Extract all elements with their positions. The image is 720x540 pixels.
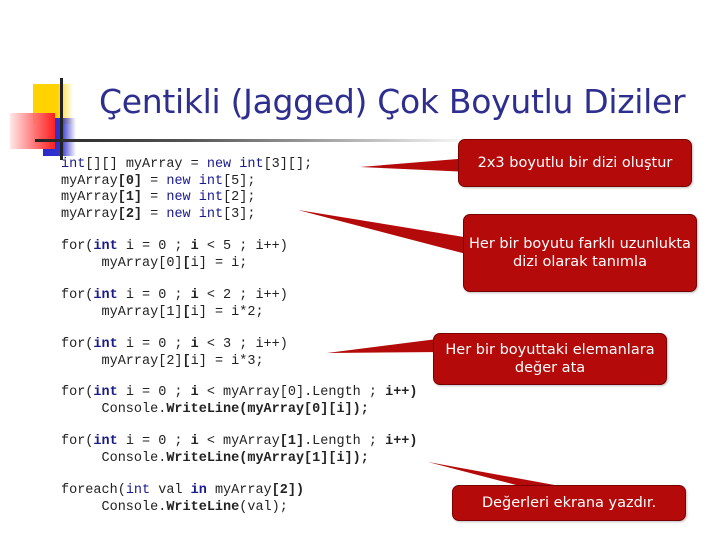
callout-create-array: 2x3 boyutlu bir dizi oluştur [458, 139, 692, 187]
callout-assign-values: Her bir boyuttaki elemanlara değer ata [433, 333, 667, 385]
callout-1-pointer [360, 158, 470, 172]
callout-2-pointer [298, 210, 470, 255]
callout-define-dimensions: Her bir boyutu farklı uzunlukta dizi ola… [463, 214, 697, 292]
callout-print-values: Değerleri ekrana yazdır. [452, 485, 686, 521]
callout-4-pointer [428, 462, 560, 486]
callout-3-pointer [327, 338, 445, 353]
